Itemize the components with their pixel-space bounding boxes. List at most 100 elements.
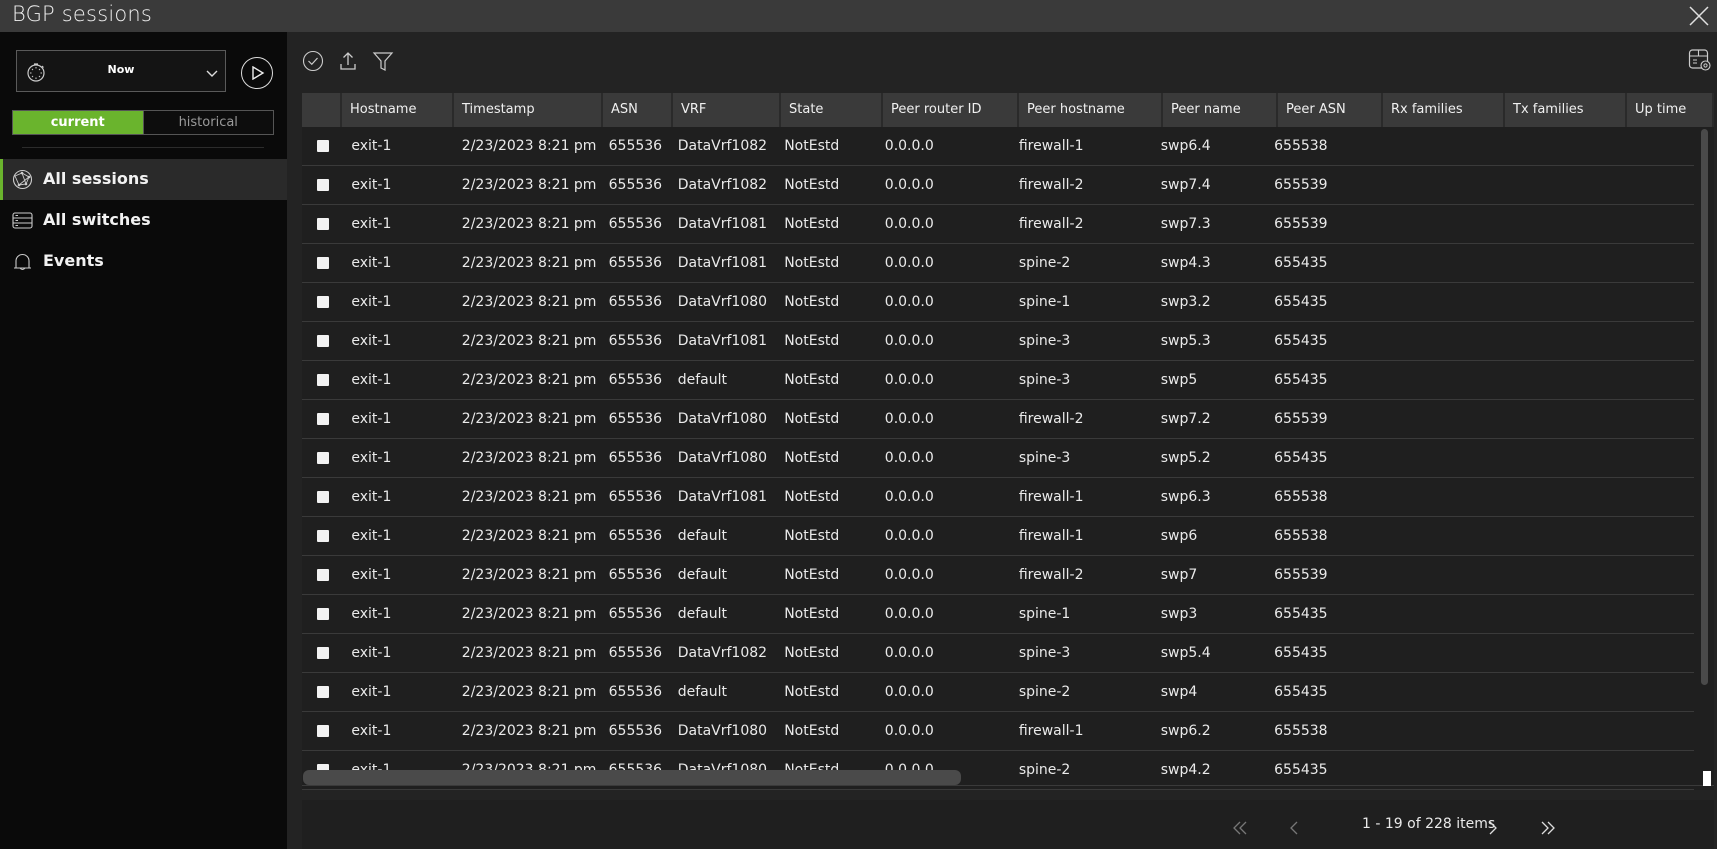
- toggle-historical[interactable]: historical: [142, 111, 273, 134]
- table-cell: firewall-2: [1018, 177, 1084, 193]
- table-cell: NotEstd: [784, 411, 840, 427]
- table-cell: 655536: [608, 372, 663, 388]
- table-cell: firewall-1: [1018, 528, 1084, 544]
- column-header[interactable]: ASN: [603, 93, 673, 127]
- table-cell: spine-3: [1018, 645, 1071, 661]
- table-row[interactable]: exit-1 2/23/2023 8:21 pm 655536 DataVrf1080…: [302, 400, 1694, 439]
- table-cell: NotEstd: [784, 489, 840, 505]
- toggle-current[interactable]: current: [13, 111, 143, 134]
- table-row[interactable]: exit-1 2/23/2023 8:21 pm 655536 default NotE…: [302, 556, 1694, 595]
- column-header-select[interactable]: [302, 93, 342, 127]
- table-cell: [1608, 361, 1694, 399]
- row-checkbox[interactable]: [317, 686, 329, 698]
- table-row[interactable]: exit-1 2/23/2023 8:21 pm 655536 DataVrf1082…: [302, 634, 1694, 673]
- table-settings-icon[interactable]: [1688, 48, 1711, 71]
- table-cell: 655435: [1274, 372, 1328, 388]
- column-header[interactable]: Peer router ID: [883, 93, 1019, 127]
- time-select-dropdown[interactable]: Now: [16, 50, 226, 92]
- table-cell: 0.0.0.0: [884, 333, 934, 349]
- row-checkbox[interactable]: [317, 296, 329, 308]
- sidebar-item-events[interactable]: Events: [0, 241, 287, 282]
- select-all-check-icon[interactable]: [302, 50, 324, 72]
- table-cell: spine-1: [1018, 606, 1071, 622]
- column-header[interactable]: State: [781, 93, 883, 127]
- table-row[interactable]: exit-1 2/23/2023 8:21 pm 655536 DataVrf1081…: [302, 244, 1694, 283]
- table-cell: [1488, 556, 1608, 594]
- table-row[interactable]: exit-1 2/23/2023 8:21 pm 655536 DataVrf1082…: [302, 166, 1694, 205]
- row-checkbox[interactable]: [317, 491, 329, 503]
- row-checkbox[interactable]: [317, 374, 329, 386]
- table-row[interactable]: exit-1 2/23/2023 8:21 pm 655536 DataVrf1081…: [302, 478, 1694, 517]
- table-cell: swp4: [1160, 684, 1198, 700]
- table-cell: swp3: [1160, 606, 1198, 622]
- row-checkbox[interactable]: [317, 725, 329, 737]
- column-header[interactable]: Up time: [1627, 93, 1714, 127]
- table-cell: exit-1: [351, 411, 392, 427]
- table-cell: [1488, 751, 1608, 789]
- row-checkbox[interactable]: [317, 647, 329, 659]
- row-checkbox[interactable]: [317, 140, 329, 152]
- table-cell: 655536: [608, 177, 663, 193]
- first-page-button[interactable]: [1220, 812, 1260, 844]
- row-checkbox[interactable]: [317, 608, 329, 620]
- table-cell: [1368, 127, 1488, 165]
- column-header[interactable]: Peer ASN: [1278, 93, 1383, 127]
- row-checkbox[interactable]: [317, 413, 329, 425]
- table-row[interactable]: exit-1 2/23/2023 8:21 pm 655536 DataVrf1081…: [302, 205, 1694, 244]
- table-row[interactable]: exit-1 2/23/2023 8:21 pm 655536 DataVrf1081…: [302, 322, 1694, 361]
- sidebar-item-all-sessions[interactable]: All sessions: [0, 159, 287, 200]
- row-checkbox[interactable]: [317, 569, 329, 581]
- table-cell: exit-1: [351, 333, 392, 349]
- table-cell: firewall-2: [1018, 411, 1084, 427]
- sidebar-item-label: All sessions: [43, 169, 149, 188]
- bell-icon: [12, 251, 33, 272]
- column-header[interactable]: VRF: [673, 93, 781, 127]
- horizontal-scrollbar[interactable]: [303, 770, 961, 785]
- table-cell: DataVrf1082: [677, 177, 768, 193]
- table-cell: 655536: [608, 138, 663, 154]
- row-checkbox[interactable]: [317, 257, 329, 269]
- table-cell: [1488, 283, 1608, 321]
- vertical-scrollbar[interactable]: [1701, 129, 1708, 685]
- close-icon[interactable]: [1687, 4, 1711, 28]
- table-cell: [1488, 517, 1608, 555]
- column-header[interactable]: Rx families: [1383, 93, 1505, 127]
- sidebar-item-all-switches[interactable]: All switches: [0, 200, 287, 241]
- table-cell: NotEstd: [784, 216, 840, 232]
- last-page-button[interactable]: [1528, 812, 1568, 844]
- table-cell: 655536: [608, 216, 663, 232]
- table-cell: NotEstd: [784, 372, 840, 388]
- column-header[interactable]: Peer hostname: [1019, 93, 1163, 127]
- table-row[interactable]: exit-1 2/23/2023 8:21 pm 655536 DataVrf1080…: [302, 439, 1694, 478]
- table-row[interactable]: exit-1 2/23/2023 8:21 pm 655536 default NotE…: [302, 595, 1694, 634]
- row-checkbox[interactable]: [317, 530, 329, 542]
- table-cell: [1368, 400, 1488, 438]
- column-header[interactable]: Timestamp: [454, 93, 603, 127]
- export-upload-icon[interactable]: [337, 50, 359, 72]
- table-cell: 655539: [1274, 567, 1328, 583]
- table-cell: exit-1: [351, 684, 392, 700]
- table-cell: 655538: [1274, 138, 1328, 154]
- row-checkbox[interactable]: [317, 335, 329, 347]
- table-row[interactable]: exit-1 2/23/2023 8:21 pm 655536 default NotE…: [302, 361, 1694, 400]
- row-select-cell: [302, 712, 341, 750]
- play-button[interactable]: [241, 57, 273, 89]
- chevron-left-icon: [1290, 821, 1298, 835]
- chevron-down-icon: [205, 65, 219, 79]
- column-header[interactable]: Peer name: [1163, 93, 1278, 127]
- row-checkbox[interactable]: [317, 218, 329, 230]
- row-checkbox[interactable]: [317, 179, 329, 191]
- column-header[interactable]: Hostname: [342, 93, 454, 127]
- table-cell: 655538: [1274, 528, 1328, 544]
- table-row[interactable]: exit-1 2/23/2023 8:21 pm 655536 default NotE…: [302, 673, 1694, 712]
- table-cell: exit-1: [351, 450, 392, 466]
- next-page-button[interactable]: [1473, 812, 1513, 844]
- row-checkbox[interactable]: [317, 452, 329, 464]
- table-row[interactable]: exit-1 2/23/2023 8:21 pm 655536 DataVrf1080…: [302, 283, 1694, 322]
- filter-icon[interactable]: [372, 50, 394, 72]
- prev-page-button[interactable]: [1274, 812, 1314, 844]
- column-header[interactable]: Tx families: [1505, 93, 1627, 127]
- table-row[interactable]: exit-1 2/23/2023 8:21 pm 655536 default NotE…: [302, 517, 1694, 556]
- table-row[interactable]: exit-1 2/23/2023 8:21 pm 655536 DataVrf1080…: [302, 712, 1694, 751]
- table-row[interactable]: exit-1 2/23/2023 8:21 pm 655536 DataVrf1082…: [302, 127, 1694, 166]
